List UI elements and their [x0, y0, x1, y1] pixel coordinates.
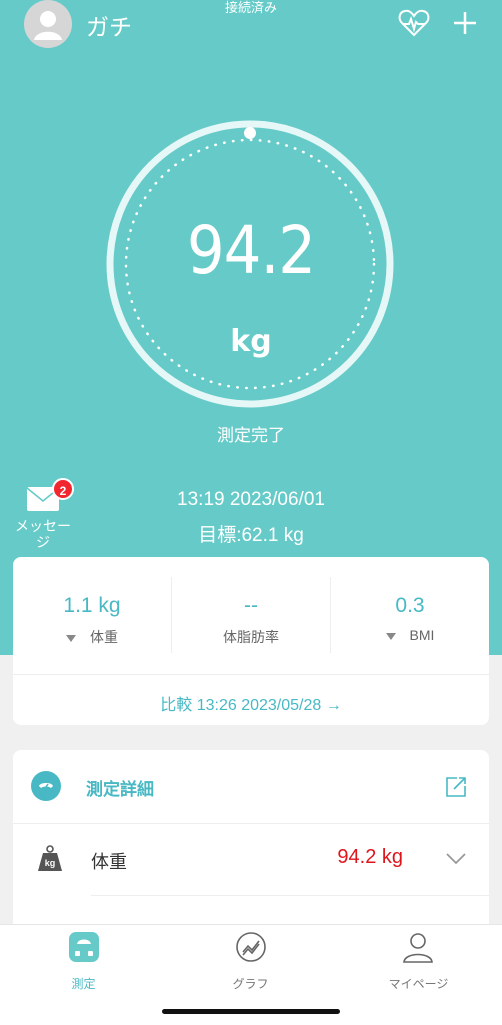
- weight-kg-icon: kg: [38, 845, 62, 871]
- measurement-datetime: 13:19 2023/06/01: [177, 489, 325, 510]
- add-icon[interactable]: [448, 6, 482, 40]
- scale-icon: [69, 932, 99, 962]
- chart-icon: [236, 932, 266, 962]
- tab-label: グラフ: [232, 977, 269, 991]
- stat-weight-change: 1.1 kg 体重: [13, 557, 171, 647]
- measurement-icon: [31, 771, 61, 801]
- username: ガチ: [86, 14, 132, 40]
- stat-value: 0.3: [395, 594, 425, 617]
- heart-rate-icon[interactable]: [397, 6, 431, 40]
- share-icon[interactable]: [444, 775, 468, 799]
- detail-label: 体重: [91, 852, 127, 872]
- measurement-status: 測定完了: [217, 426, 285, 445]
- summary-card: 1.1 kg 体重 -- 体脂肪率 0.3 BMI 比較 13:26 2023/…: [13, 557, 489, 725]
- user-icon: [34, 11, 62, 40]
- goal-weight: 目標:62.1 kg: [198, 525, 304, 546]
- stat-label: 体重: [90, 629, 118, 645]
- chevron-down-icon[interactable]: [445, 852, 467, 866]
- down-arrow-icon: [385, 632, 396, 640]
- home-indicator: [162, 1009, 340, 1014]
- person-icon: [403, 933, 433, 963]
- svg-text:kg: kg: [45, 858, 56, 868]
- stat-label: 体脂肪率: [223, 629, 279, 645]
- details-title: 測定詳細: [86, 780, 154, 799]
- stat-value: --: [244, 594, 258, 617]
- stat-bmi: 0.3 BMI: [331, 557, 489, 643]
- stat-label: BMI: [409, 627, 435, 643]
- avatar[interactable]: [24, 0, 72, 48]
- down-arrow-icon: [66, 634, 76, 642]
- tab-label: マイページ: [388, 977, 449, 991]
- stat-body-fat: -- 体脂肪率: [172, 557, 330, 647]
- tab-label: 測定: [71, 977, 96, 991]
- weight-value: 94.2: [186, 212, 316, 289]
- details-card: 測定詳細 kg 体重 94.2 kg: [13, 750, 489, 935]
- detail-value: 94.2 kg: [337, 846, 403, 868]
- weight-unit: kg: [230, 324, 272, 359]
- stat-value: 1.1 kg: [63, 594, 121, 617]
- divider: [13, 823, 489, 824]
- compare-link[interactable]: 比較 13:26 2023/05/28 →: [13, 691, 489, 715]
- divider: [91, 895, 489, 896]
- divider: [13, 674, 489, 675]
